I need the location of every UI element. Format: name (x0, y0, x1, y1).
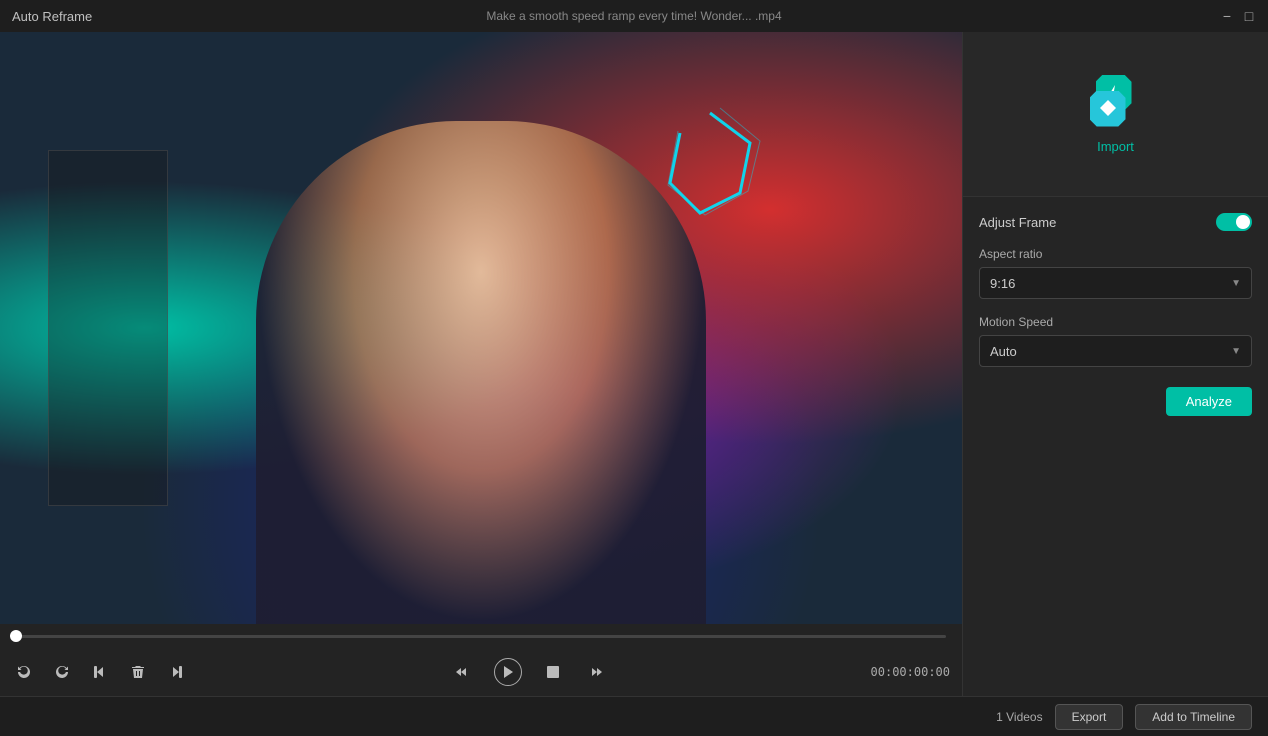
person-silhouette (256, 121, 706, 624)
video-container[interactable] (0, 32, 962, 624)
controls-row: 00:00:00:00 (12, 648, 950, 696)
toggle-knob (1236, 215, 1250, 229)
play-button[interactable] (494, 658, 522, 686)
motion-speed-group: Motion Speed Auto ▼ (979, 315, 1252, 367)
title-bar: Auto Reframe Make a smooth speed ramp ev… (0, 0, 1268, 32)
minimize-button[interactable]: − (1220, 9, 1234, 23)
step-forward-button[interactable] (164, 660, 188, 684)
adjust-frame-toggle[interactable] (1216, 213, 1252, 231)
right-panel: Import Adjust Frame Aspect ratio 9:16 ▼ (962, 32, 1268, 696)
file-title: Make a smooth speed ramp every time! Won… (486, 9, 781, 23)
aspect-ratio-label: Aspect ratio (979, 247, 1252, 261)
import-icon-front (1090, 91, 1126, 127)
import-section[interactable]: Import (963, 32, 1268, 197)
progress-area[interactable] (12, 624, 950, 648)
adjust-frame-header: Adjust Frame (979, 213, 1252, 231)
video-panel: 00:00:00:00 (0, 32, 962, 696)
settings-section: Adjust Frame Aspect ratio 9:16 ▼ Motion … (963, 197, 1268, 696)
maximize-button[interactable]: □ (1242, 9, 1256, 23)
ctrl-right: 00:00:00:00 (871, 665, 950, 679)
analyze-button[interactable]: Analyze (1166, 387, 1252, 416)
motion-speed-select[interactable]: Auto ▼ (979, 335, 1252, 367)
add-timeline-button[interactable]: Add to Timeline (1135, 704, 1252, 730)
adjust-frame-title: Adjust Frame (979, 215, 1056, 230)
main-layout: 00:00:00:00 I (0, 32, 1268, 696)
ctrl-center (188, 658, 871, 686)
motion-speed-label: Motion Speed (979, 315, 1252, 329)
export-button[interactable]: Export (1055, 704, 1124, 730)
videos-count: 1 Videos (996, 710, 1042, 724)
aspect-ratio-value: 9:16 (990, 276, 1015, 291)
motion-speed-arrow: ▼ (1231, 346, 1241, 357)
shelf-decoration (48, 150, 168, 505)
aspect-ratio-select[interactable]: 9:16 ▼ (979, 267, 1252, 299)
video-frame (0, 32, 962, 624)
controls-bar: 00:00:00:00 (0, 624, 962, 696)
import-label: Import (1097, 139, 1134, 154)
progress-track[interactable] (16, 635, 946, 638)
progress-thumb[interactable] (10, 630, 22, 642)
redo-button[interactable] (50, 660, 74, 684)
ctrl-left (12, 660, 188, 684)
delete-button[interactable] (126, 660, 150, 684)
app-title: Auto Reframe (12, 9, 92, 24)
undo-button[interactable] (12, 660, 36, 684)
import-icon-stack (1090, 75, 1142, 127)
aspect-ratio-arrow: ▼ (1231, 278, 1241, 289)
frame-back-button[interactable] (450, 660, 474, 684)
window-controls: − □ (1220, 9, 1256, 23)
frame-forward-button[interactable] (584, 660, 608, 684)
time-display: 00:00:00:00 (871, 665, 950, 679)
stop-button[interactable] (542, 661, 564, 683)
motion-speed-value: Auto (990, 344, 1017, 359)
step-back-button[interactable] (88, 660, 112, 684)
aspect-ratio-group: Aspect ratio 9:16 ▼ (979, 247, 1252, 299)
bottom-bar: 1 Videos Export Add to Timeline (0, 696, 1268, 736)
